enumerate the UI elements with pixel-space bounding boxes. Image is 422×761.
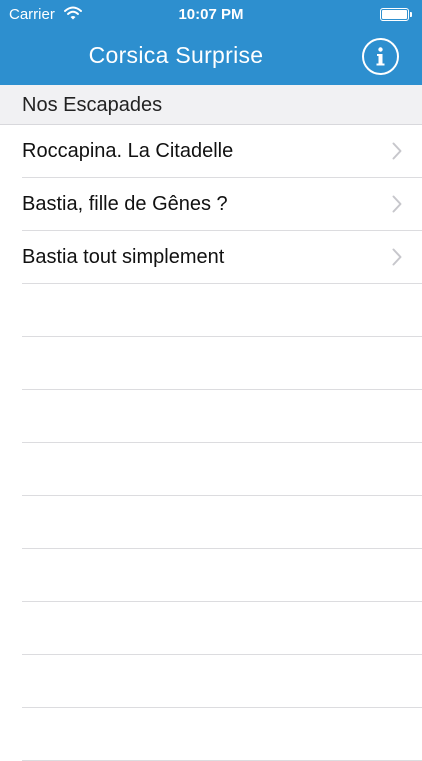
empty-row: [22, 602, 422, 655]
list-item-label: Bastia, fille de Gênes ?: [22, 193, 228, 215]
info-icon: [376, 47, 385, 66]
empty-row: [22, 708, 422, 761]
empty-row: [22, 390, 422, 443]
status-bar: Carrier 10:07 PM: [0, 0, 422, 30]
empty-row: [22, 496, 422, 549]
list-item[interactable]: Roccapina. La Citadelle: [22, 125, 422, 178]
empty-row: [22, 549, 422, 602]
list-item[interactable]: Bastia, fille de Gênes ?: [22, 178, 422, 231]
info-button[interactable]: [362, 38, 399, 75]
empty-row: [22, 443, 422, 496]
chevron-right-icon: [392, 195, 402, 213]
battery-icon: [380, 8, 409, 21]
chevron-right-icon: [392, 248, 402, 266]
section-header: Nos Escapades: [0, 85, 422, 125]
section-title: Nos Escapades: [22, 94, 163, 116]
list-item-label: Roccapina. La Citadelle: [22, 140, 234, 162]
navigation-header: Carrier 10:07 PM Corsica Surprise: [0, 0, 422, 85]
empty-row: [22, 655, 422, 708]
battery-tip: [410, 12, 412, 17]
clock-time: 10:07 PM: [178, 6, 244, 23]
escapades-list: Roccapina. La Citadelle Bastia, fille de…: [0, 125, 422, 761]
list-item-label: Bastia tout simplement: [22, 246, 225, 268]
empty-row: [22, 337, 422, 390]
empty-row: [22, 284, 422, 337]
chevron-right-icon: [392, 142, 402, 160]
list-item[interactable]: Bastia tout simplement: [22, 231, 422, 284]
page-title: Corsica Surprise: [88, 42, 264, 68]
